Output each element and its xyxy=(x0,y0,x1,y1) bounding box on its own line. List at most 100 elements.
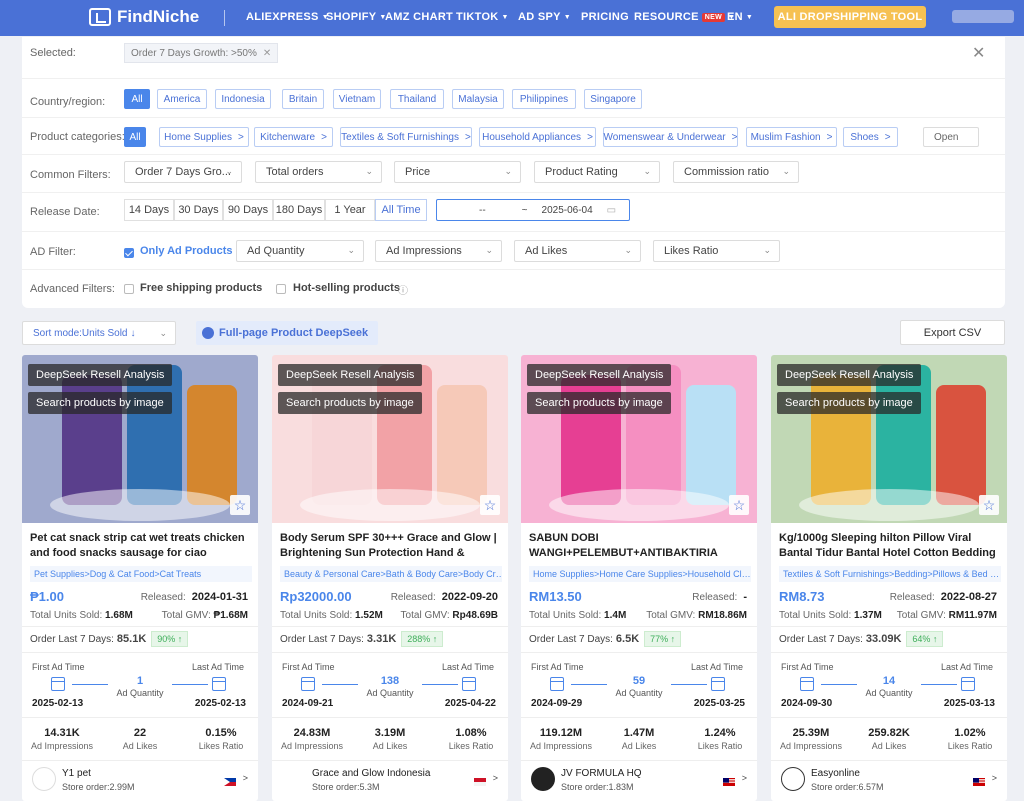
close-icon[interactable]: ✕ xyxy=(972,43,985,63)
release-all-time[interactable]: All Time xyxy=(375,199,427,221)
product-title[interactable]: Kg/1000g Sleeping hilton Pillow Viral Ba… xyxy=(779,531,1001,561)
brand-logo[interactable]: FindNiche xyxy=(89,7,199,27)
deepseek-resell-analysis-button[interactable]: DeepSeek Resell Analysis xyxy=(278,364,423,386)
chevron-right-icon[interactable]: > xyxy=(243,773,248,783)
export-csv-button[interactable]: Export CSV xyxy=(900,320,1005,345)
help-icon[interactable]: ⓘ xyxy=(398,282,408,297)
country-singapore[interactable]: Singapore xyxy=(584,89,642,109)
nav-shopify[interactable]: SHOPIFY ▼ xyxy=(326,11,387,23)
country-america[interactable]: America xyxy=(157,89,207,109)
only-ad-products-label[interactable]: Only Ad Products xyxy=(140,245,233,257)
remove-tag-icon[interactable]: ✕ xyxy=(263,48,271,59)
ad-likes-select[interactable]: Ad Likes ⌄ xyxy=(514,240,641,262)
product-image[interactable]: DeepSeek Resell Analysis Search products… xyxy=(272,355,508,523)
category-textiles[interactable]: Textiles & Soft Furnishings > xyxy=(340,127,472,147)
favorite-star-icon[interactable]: ☆ xyxy=(729,495,749,515)
country-indonesia[interactable]: Indonesia xyxy=(215,89,271,109)
product-category[interactable]: Beauty & Personal Care>Bath & Body Care>… xyxy=(280,566,502,582)
product-card[interactable]: DeepSeek Resell Analysis Search products… xyxy=(521,355,757,801)
deepseek-resell-analysis-button[interactable]: DeepSeek Resell Analysis xyxy=(28,364,173,386)
deepseek-resell-analysis-button[interactable]: DeepSeek Resell Analysis xyxy=(777,364,922,386)
nav-resource[interactable]: RESOURCE NEW ▼ xyxy=(634,11,735,23)
store-name[interactable]: Grace and Glow Indonesia xyxy=(312,768,430,779)
product-title[interactable]: Pet cat snack strip cat wet treats chick… xyxy=(30,531,252,561)
selected-filter-tag[interactable]: Order 7 Days Growth: >50% ✕ xyxy=(124,43,279,63)
product-category[interactable]: Textiles & Soft Furnishings>Bedding>Pill… xyxy=(779,566,1001,582)
category-womenswear[interactable]: Womenswear & Underwear > xyxy=(603,127,738,147)
release-30-days[interactable]: 30 Days xyxy=(174,199,223,221)
product-rating-select[interactable]: Product Rating ⌄ xyxy=(534,161,660,183)
open-categories-button[interactable]: Open xyxy=(923,127,979,147)
calendar-icon[interactable]: ▭ xyxy=(607,205,616,216)
store-name[interactable]: JV FORMULA HQ xyxy=(561,768,642,779)
country-britain[interactable]: Britain xyxy=(282,89,324,109)
product-card[interactable]: DeepSeek Resell Analysis Search products… xyxy=(272,355,508,801)
category-all[interactable]: All xyxy=(124,127,146,147)
product-card[interactable]: DeepSeek Resell Analysis Search products… xyxy=(22,355,258,801)
search-by-image-button[interactable]: Search products by image xyxy=(278,392,422,414)
order-growth-select[interactable]: Order 7 Days Gro... ⌄ xyxy=(124,161,242,183)
nav-tiktok[interactable]: TIKTOK ▼ xyxy=(456,11,509,23)
nav-language[interactable]: EN ▼ xyxy=(727,11,753,23)
store-name[interactable]: Y1 pet xyxy=(62,768,91,779)
category-muslim-fashion[interactable]: Muslim Fashion > xyxy=(746,127,837,147)
date-start[interactable]: -- xyxy=(479,205,486,216)
chevron-right-icon[interactable]: > xyxy=(493,773,498,783)
store-name[interactable]: Easyonline xyxy=(811,768,860,779)
favorite-star-icon[interactable]: ☆ xyxy=(480,495,500,515)
release-14-days[interactable]: 14 Days xyxy=(124,199,174,221)
free-shipping-label[interactable]: Free shipping products xyxy=(140,282,262,294)
store-logo[interactable] xyxy=(531,767,555,791)
total-orders-select[interactable]: Total orders ⌄ xyxy=(255,161,382,183)
price-select[interactable]: Price ⌄ xyxy=(394,161,521,183)
product-category[interactable]: Pet Supplies>Dog & Cat Food>Cat Treats xyxy=(30,566,252,582)
hot-selling-label[interactable]: Hot-selling products xyxy=(293,282,400,294)
category-kitchenware[interactable]: Kitchenware > xyxy=(254,127,333,147)
user-account-avatar[interactable] xyxy=(952,10,1014,23)
country-malaysia[interactable]: Malaysia xyxy=(452,89,504,109)
free-shipping-checkbox[interactable] xyxy=(124,284,134,294)
deepseek-resell-analysis-button[interactable]: DeepSeek Resell Analysis xyxy=(527,364,672,386)
chevron-right-icon[interactable]: > xyxy=(742,773,747,783)
country-all[interactable]: All xyxy=(124,89,150,109)
product-title[interactable]: SABUN DOBI WANGI+PELEMBUT+ANTIBAKTIRIA 5… xyxy=(529,531,751,561)
date-end[interactable]: 2025-06-04 xyxy=(542,205,593,216)
product-image[interactable]: DeepSeek Resell Analysis Search products… xyxy=(22,355,258,523)
sort-mode-select[interactable]: Sort mode:Units Sold ↓ ⌄ xyxy=(22,321,176,345)
ad-impressions-select[interactable]: Ad Impressions ⌄ xyxy=(375,240,502,262)
nav-ad-spy[interactable]: AD SPY ▼ xyxy=(518,11,571,23)
country-vietnam[interactable]: Vietnam xyxy=(333,89,381,109)
ali-dropshipping-tool-button[interactable]: ALI DROPSHIPPING TOOL xyxy=(774,6,926,28)
category-household-appliances[interactable]: Household Appliances > xyxy=(479,127,596,147)
search-by-image-button[interactable]: Search products by image xyxy=(777,392,921,414)
category-home-supplies[interactable]: Home Supplies > xyxy=(159,127,249,147)
product-title[interactable]: Body Serum SPF 30+++ Grace and Glow | Br… xyxy=(280,531,502,561)
search-by-image-button[interactable]: Search products by image xyxy=(28,392,172,414)
only-ad-products-checkbox[interactable] xyxy=(124,248,134,258)
ad-quantity-select[interactable]: Ad Quantity ⌄ xyxy=(236,240,364,262)
favorite-star-icon[interactable]: ☆ xyxy=(230,495,250,515)
release-1-year[interactable]: 1 Year xyxy=(325,199,375,221)
chevron-right-icon[interactable]: > xyxy=(992,773,997,783)
full-page-deepseek-button[interactable]: Full-page Product DeepSeek xyxy=(196,321,379,345)
product-image[interactable]: DeepSeek Resell Analysis Search products… xyxy=(771,355,1007,523)
nav-aliexpress[interactable]: ALIEXPRESS ▼ xyxy=(246,11,329,23)
release-180-days[interactable]: 180 Days xyxy=(273,199,325,221)
store-logo[interactable] xyxy=(781,767,805,791)
hot-selling-checkbox[interactable] xyxy=(276,284,286,294)
release-90-days[interactable]: 90 Days xyxy=(223,199,273,221)
country-philippines[interactable]: Philippines xyxy=(512,89,576,109)
product-image[interactable]: DeepSeek Resell Analysis Search products… xyxy=(521,355,757,523)
favorite-star-icon[interactable]: ☆ xyxy=(979,495,999,515)
store-logo[interactable] xyxy=(282,767,306,791)
product-card[interactable]: DeepSeek Resell Analysis Search products… xyxy=(771,355,1007,801)
search-by-image-button[interactable]: Search products by image xyxy=(527,392,671,414)
country-thailand[interactable]: Thailand xyxy=(390,89,444,109)
nav-pricing[interactable]: PRICING xyxy=(581,11,629,23)
product-category[interactable]: Home Supplies>Home Care Supplies>Househo… xyxy=(529,566,751,582)
category-shoes[interactable]: Shoes > xyxy=(843,127,898,147)
likes-ratio-select[interactable]: Likes Ratio ⌄ xyxy=(653,240,780,262)
date-range-picker[interactable]: -- ~ 2025-06-04 ▭ xyxy=(436,199,630,221)
store-logo[interactable] xyxy=(32,767,56,791)
commission-ratio-select[interactable]: Commission ratio ⌄ xyxy=(673,161,799,183)
